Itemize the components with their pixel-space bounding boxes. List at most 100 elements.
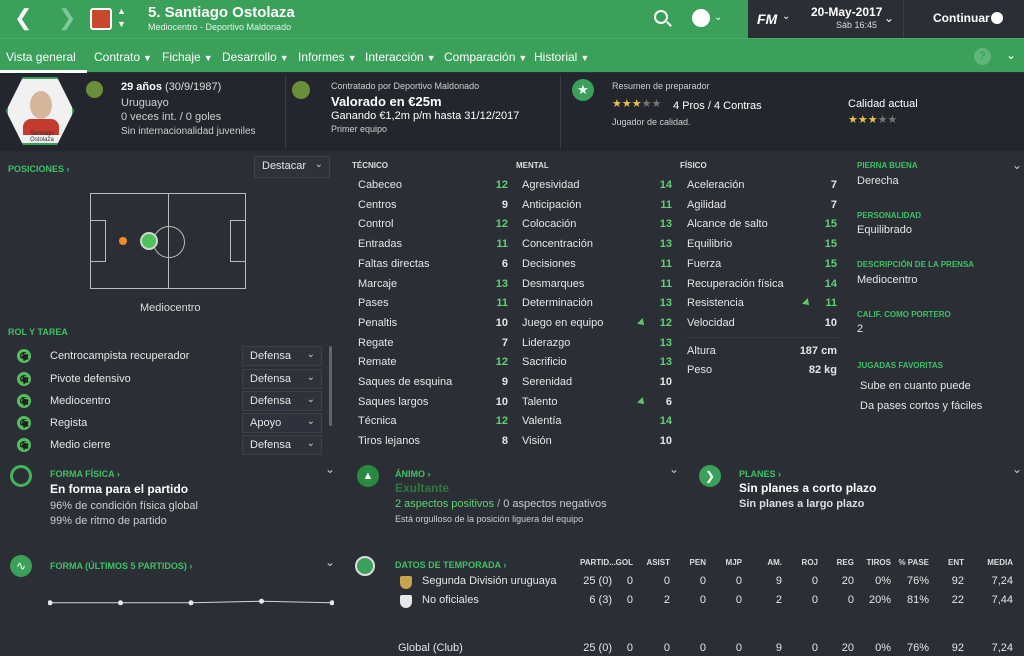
attribute-row[interactable]: Penaltis 10 — [358, 315, 508, 333]
panel-chevron-icon[interactable]: ⌄ — [1012, 158, 1022, 172]
panel-chevron-icon[interactable]: ⌄ — [325, 462, 335, 476]
season-column-header[interactable]: REG — [822, 558, 854, 567]
tab-historial[interactable]: Historial ▼ — [534, 50, 589, 64]
season-column-header[interactable]: AM. — [750, 558, 782, 567]
attribute-row[interactable]: Velocidad 10 — [687, 315, 837, 333]
club-badge-icon[interactable] — [90, 8, 112, 30]
season-column-header[interactable]: TIROS — [859, 558, 891, 567]
calendar-chevron-icon[interactable]: ⌄ — [884, 11, 894, 25]
player-switch-up-icon[interactable]: ▲ — [117, 6, 126, 16]
attribute-row[interactable]: Decisiones 11 — [522, 256, 672, 274]
role-name[interactable]: Mediocentro — [50, 395, 111, 407]
duty-dropdown[interactable]: Defensa ⌄ — [242, 346, 322, 366]
form-point[interactable] — [259, 598, 264, 604]
attribute-row[interactable]: Sacrificio 13 — [522, 354, 672, 372]
fitness-label[interactable]: FORMA FÍSICA › — [50, 469, 120, 479]
tab-contrato[interactable]: Contrato ▼ — [94, 50, 152, 64]
season-column-header[interactable]: PEN — [674, 558, 706, 567]
attribute-row[interactable]: Visión 10 — [522, 433, 672, 451]
tab-informes[interactable]: Informes ▼ — [298, 50, 357, 64]
attribute-row[interactable]: Regate 7 — [358, 335, 508, 353]
highlight-dropdown[interactable]: Destacar ⌄ — [254, 156, 330, 178]
form-point[interactable] — [48, 600, 53, 606]
attribute-row[interactable]: Pases 11 — [358, 295, 508, 313]
tab-interaccion[interactable]: Interacción ▼ — [365, 50, 436, 64]
attribute-row[interactable]: Alcance de salto 15 — [687, 216, 837, 234]
season-row-name[interactable]: Segunda División uruguaya — [422, 575, 557, 587]
positions-label[interactable]: POSICIONES › — [8, 164, 70, 174]
attribute-row[interactable]: Agresividad 14 — [522, 177, 672, 195]
fm-logo-chevron-icon[interactable]: ⌄ — [782, 11, 790, 22]
tab-desarrollo[interactable]: Desarrollo ▼ — [222, 50, 289, 64]
attribute-row[interactable]: Anticipación 11 — [522, 197, 672, 215]
attribute-row[interactable]: Saques de esquina 9 — [358, 374, 508, 392]
attribute-row[interactable]: Serenidad 10 — [522, 374, 672, 392]
roles-scrollbar[interactable] — [329, 346, 332, 426]
season-column-header[interactable]: ENT — [932, 558, 964, 567]
attribute-row[interactable]: Colocación 13 — [522, 216, 672, 234]
morale-label[interactable]: ÁNIMO › — [395, 469, 431, 479]
attribute-row[interactable]: Equilibrio 15 — [687, 236, 837, 254]
duty-dropdown[interactable]: Defensa ⌄ — [242, 369, 322, 389]
continue-button[interactable]: Continuar — [903, 0, 1024, 38]
attribute-row[interactable]: Determinación 13 — [522, 295, 672, 313]
negative-aspects[interactable]: 0 aspectos negativos — [503, 498, 606, 510]
attribute-row[interactable]: Técnica 12 — [358, 413, 508, 431]
attribute-row[interactable]: Agilidad 7 — [687, 197, 837, 215]
tab-comparacion[interactable]: Comparación ▼ — [444, 50, 527, 64]
season-column-header[interactable]: % PASE — [897, 558, 929, 567]
attribute-row[interactable]: Aceleración 7 — [687, 177, 837, 195]
attribute-row[interactable]: Marcaje 13 — [358, 276, 508, 294]
season-row-name[interactable]: No oficiales — [422, 594, 479, 606]
attribute-row[interactable]: Talento 6 — [522, 394, 672, 412]
tab-fichaje[interactable]: Fichaje ▼ — [162, 50, 213, 64]
pros-cons[interactable]: 4 Pros / 4 Contras — [673, 100, 762, 112]
help-icon[interactable]: ? — [974, 48, 991, 65]
positive-aspects[interactable]: 2 aspectos positivos — [395, 498, 494, 510]
attribute-row[interactable]: Remate 12 — [358, 354, 508, 372]
attribute-row[interactable]: Control 12 — [358, 216, 508, 234]
season-row-name[interactable]: Global (Club) — [398, 642, 463, 654]
role-name[interactable]: Pivote defensivo — [50, 373, 131, 385]
form-point[interactable] — [329, 600, 335, 606]
duty-dropdown[interactable]: Defensa ⌄ — [242, 435, 322, 455]
globe-icon[interactable] — [692, 9, 710, 27]
plans-label[interactable]: PLANES › — [739, 469, 781, 479]
attribute-row[interactable]: Cabeceo 12 — [358, 177, 508, 195]
form-point[interactable] — [188, 600, 194, 606]
attribute-row[interactable]: Concentración 13 — [522, 236, 672, 254]
attribute-row[interactable]: Liderazgo 13 — [522, 335, 672, 353]
attribute-row[interactable]: Fuerza 15 — [687, 256, 837, 274]
attribute-row[interactable]: Recuperación física 14 — [687, 276, 837, 294]
attribute-row[interactable]: Valentía 14 — [522, 413, 672, 431]
attribute-row[interactable]: Tiros lejanos 8 — [358, 433, 508, 451]
role-name[interactable]: Medio cierre — [50, 439, 111, 451]
panel-chevron-icon[interactable]: ⌄ — [325, 555, 335, 569]
attribute-row[interactable]: Faltas directas 6 — [358, 256, 508, 274]
duty-dropdown[interactable]: Defensa ⌄ — [242, 391, 322, 411]
globe-chevron-icon[interactable]: ⌄ — [714, 12, 722, 23]
attribute-row[interactable]: Entradas 11 — [358, 236, 508, 254]
form-point[interactable] — [118, 600, 123, 606]
attribute-row[interactable]: Resistencia 11 — [687, 295, 837, 313]
role-name[interactable]: Centrocampista recuperador — [50, 350, 189, 362]
nation-flag-icon[interactable] — [86, 81, 103, 98]
panel-chevron-icon[interactable]: ⌄ — [1012, 462, 1022, 476]
duty-dropdown[interactable]: Apoyo ⌄ — [242, 413, 322, 433]
attribute-row[interactable]: Juego en equipo 12 — [522, 315, 672, 333]
season-column-header[interactable]: GOL — [601, 558, 633, 567]
form-label[interactable]: FORMA (ÚLTIMOS 5 PARTIDOS) › — [50, 561, 192, 571]
panel-chevron-icon[interactable]: ⌄ — [669, 462, 679, 476]
season-column-header[interactable]: ASIST — [638, 558, 670, 567]
back-icon[interactable]: ❮ — [14, 7, 34, 30]
attribute-row[interactable]: Centros 9 — [358, 197, 508, 215]
fm-logo[interactable]: FM — [757, 11, 777, 27]
season-column-header[interactable]: ROJ — [786, 558, 818, 567]
forward-icon[interactable]: ❯ — [58, 7, 78, 30]
role-name[interactable]: Regista — [50, 417, 87, 429]
attribute-row[interactable]: Desmarques 11 — [522, 276, 672, 294]
tab-vista-general[interactable]: Vista general — [6, 50, 76, 64]
season-label[interactable]: DATOS DE TEMPORADA › — [395, 560, 506, 570]
season-column-header[interactable]: MJP — [710, 558, 742, 567]
menu-chevron-icon[interactable]: ⌄ — [1006, 48, 1016, 62]
